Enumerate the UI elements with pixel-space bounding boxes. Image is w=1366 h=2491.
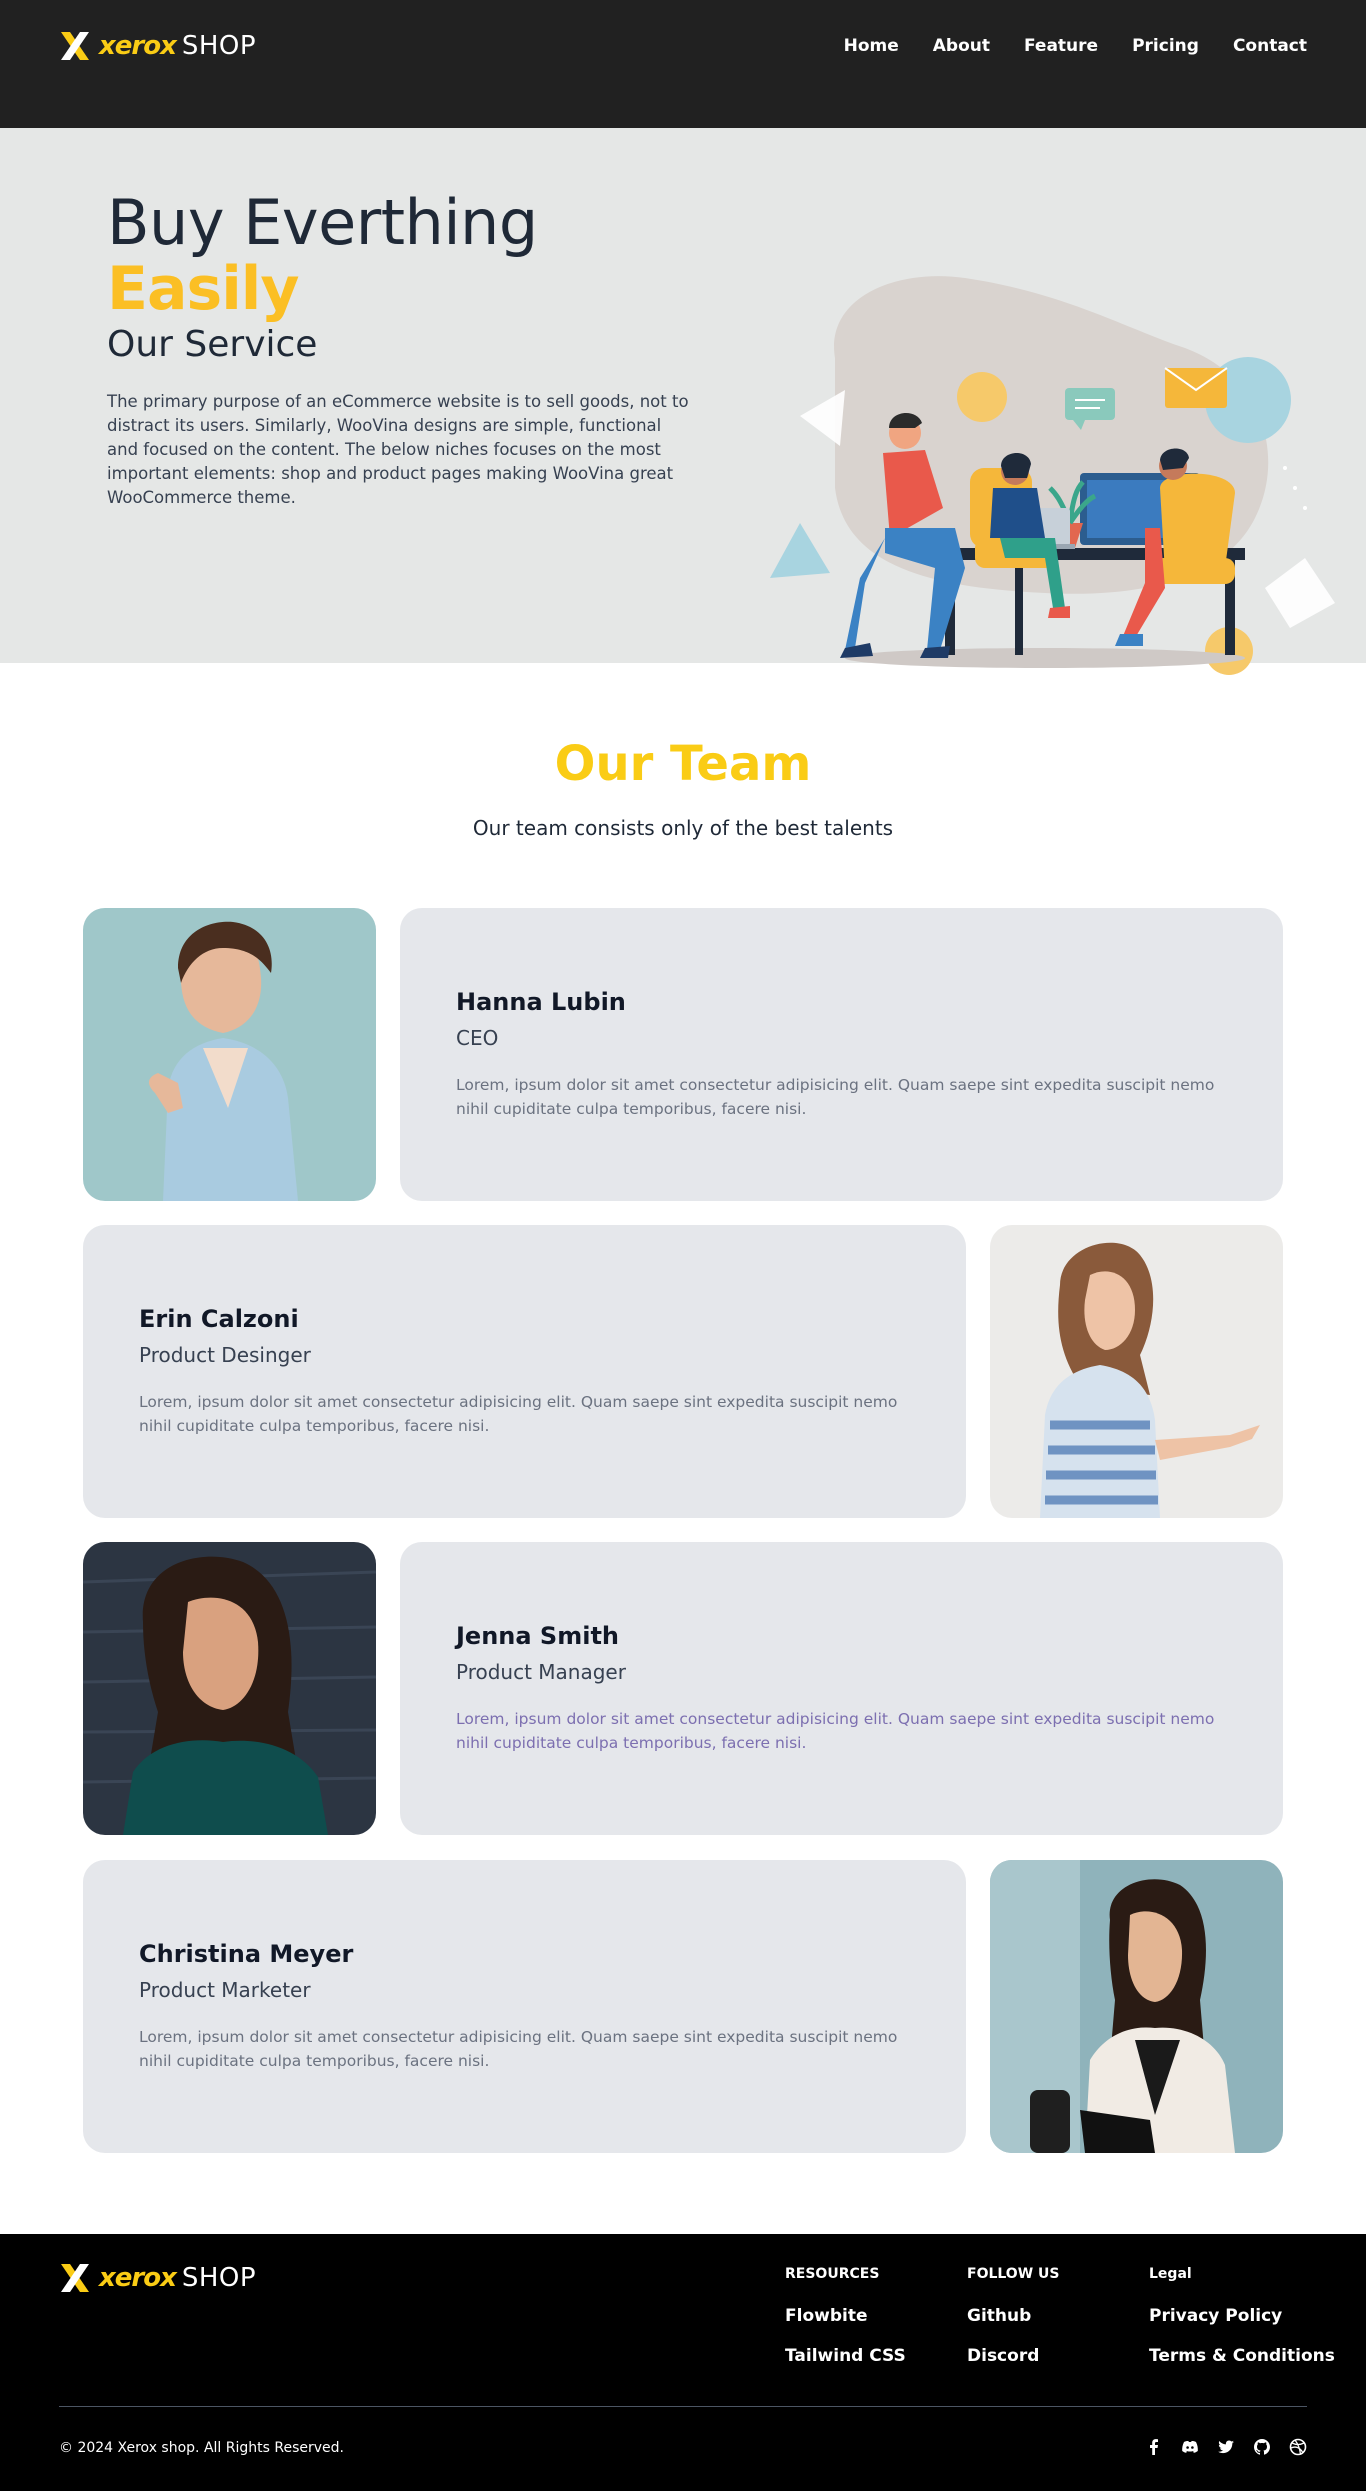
member-name: Jenna Smith xyxy=(456,1622,620,1650)
logo-x-icon xyxy=(61,32,89,60)
dribbble-icon[interactable] xyxy=(1289,2438,1307,2456)
member-photo-erin xyxy=(990,1225,1283,1518)
member-name: Erin Calzoni xyxy=(139,1305,299,1333)
member-role: CEO xyxy=(456,1026,499,1050)
logo-brand: xerox xyxy=(99,31,177,61)
footer-heading-legal: Legal xyxy=(1149,2266,1192,2282)
team-title: Our Team xyxy=(554,736,812,792)
footer-link-privacy[interactable]: Privacy Policy xyxy=(1149,2306,1335,2326)
footer-legal: Legal Privacy Policy Terms & Conditions xyxy=(1149,2266,1335,2386)
nav-contact[interactable]: Contact xyxy=(1233,36,1307,56)
member-photo-christina xyxy=(990,1860,1283,2153)
logo[interactable]: xerox SHOP xyxy=(59,30,256,62)
member-description: Lorem, ipsum dolor sit amet consectetur … xyxy=(139,1393,898,1435)
hero-title: Buy Everthing xyxy=(107,186,538,259)
nav-pricing[interactable]: Pricing xyxy=(1132,36,1199,56)
footer-resources: RESOURCES Flowbite Tailwind CSS xyxy=(785,2266,906,2386)
footer-link-terms[interactable]: Terms & Conditions xyxy=(1149,2346,1335,2366)
footer-link-tailwind[interactable]: Tailwind CSS xyxy=(785,2346,906,2366)
member-card: Hanna Lubin CEO Lorem, ipsum dolor sit a… xyxy=(400,908,1283,1201)
twitter-icon[interactable] xyxy=(1217,2438,1235,2456)
nav-about[interactable]: About xyxy=(933,36,990,56)
member-description: Lorem, ipsum dolor sit amet consectetur … xyxy=(139,2028,898,2070)
logo-suffix: SHOP xyxy=(181,2263,257,2293)
footer-heading-follow: FOLLOW US xyxy=(967,2266,1060,2282)
discord-icon[interactable] xyxy=(1181,2438,1199,2456)
member-photo-hanna xyxy=(83,908,376,1201)
main-nav: Home About Feature Pricing Contact xyxy=(844,36,1307,56)
footer-link-github[interactable]: Github xyxy=(967,2306,1059,2326)
hero-description: The primary purpose of an eCommerce webs… xyxy=(107,392,689,507)
member-description: Lorem, ipsum dolor sit amet consectetur … xyxy=(456,1710,1215,1752)
site-header: xerox SHOP Home About Feature Pricing Co… xyxy=(0,0,1366,128)
member-card: Jenna Smith Product Manager Lorem, ipsum… xyxy=(400,1542,1283,1835)
logo-suffix: SHOP xyxy=(181,31,257,61)
member-name: Christina Meyer xyxy=(139,1940,354,1968)
site-footer: xerox SHOP RESOURCES Flowbite Tailwind C… xyxy=(0,2234,1366,2491)
member-role: Product Manager xyxy=(456,1660,626,1684)
github-icon[interactable] xyxy=(1253,2438,1271,2456)
member-description: Lorem, ipsum dolor sit amet consectetur … xyxy=(456,1076,1215,1118)
footer-heading-resources: RESOURCES xyxy=(785,2266,880,2282)
member-card: Christina Meyer Product Marketer Lorem, … xyxy=(83,1860,966,2153)
hero-subtitle: Our Service xyxy=(107,324,318,365)
member-role: Product Marketer xyxy=(139,1978,311,2002)
office-team-illustration xyxy=(770,276,1335,675)
facebook-icon[interactable] xyxy=(1145,2438,1163,2456)
member-name: Hanna Lubin xyxy=(456,988,626,1016)
footer-follow: FOLLOW US Github Discord xyxy=(967,2266,1059,2386)
team-subtitle: Our team consists only of the best talen… xyxy=(472,816,894,840)
footer-logo[interactable]: xerox SHOP xyxy=(59,2262,256,2294)
footer-divider xyxy=(59,2406,1307,2407)
member-photo-jenna xyxy=(83,1542,376,1835)
hero-accent: Easily xyxy=(107,254,299,324)
social-links xyxy=(1145,2438,1307,2456)
logo-x-icon xyxy=(61,2264,89,2292)
member-card: Erin Calzoni Product Desinger Lorem, ips… xyxy=(83,1225,966,1518)
footer-link-discord[interactable]: Discord xyxy=(967,2346,1059,2366)
footer-link-flowbite[interactable]: Flowbite xyxy=(785,2306,906,2326)
hero-section: Buy Everthing Easily Our Service The pri… xyxy=(0,128,1366,675)
copyright-text: © 2024 Xerox shop. All Rights Reserved. xyxy=(59,2440,344,2456)
nav-home[interactable]: Home xyxy=(844,36,899,56)
member-role: Product Desinger xyxy=(139,1343,311,1367)
nav-feature[interactable]: Feature xyxy=(1024,36,1098,56)
logo-brand: xerox xyxy=(99,2263,177,2293)
